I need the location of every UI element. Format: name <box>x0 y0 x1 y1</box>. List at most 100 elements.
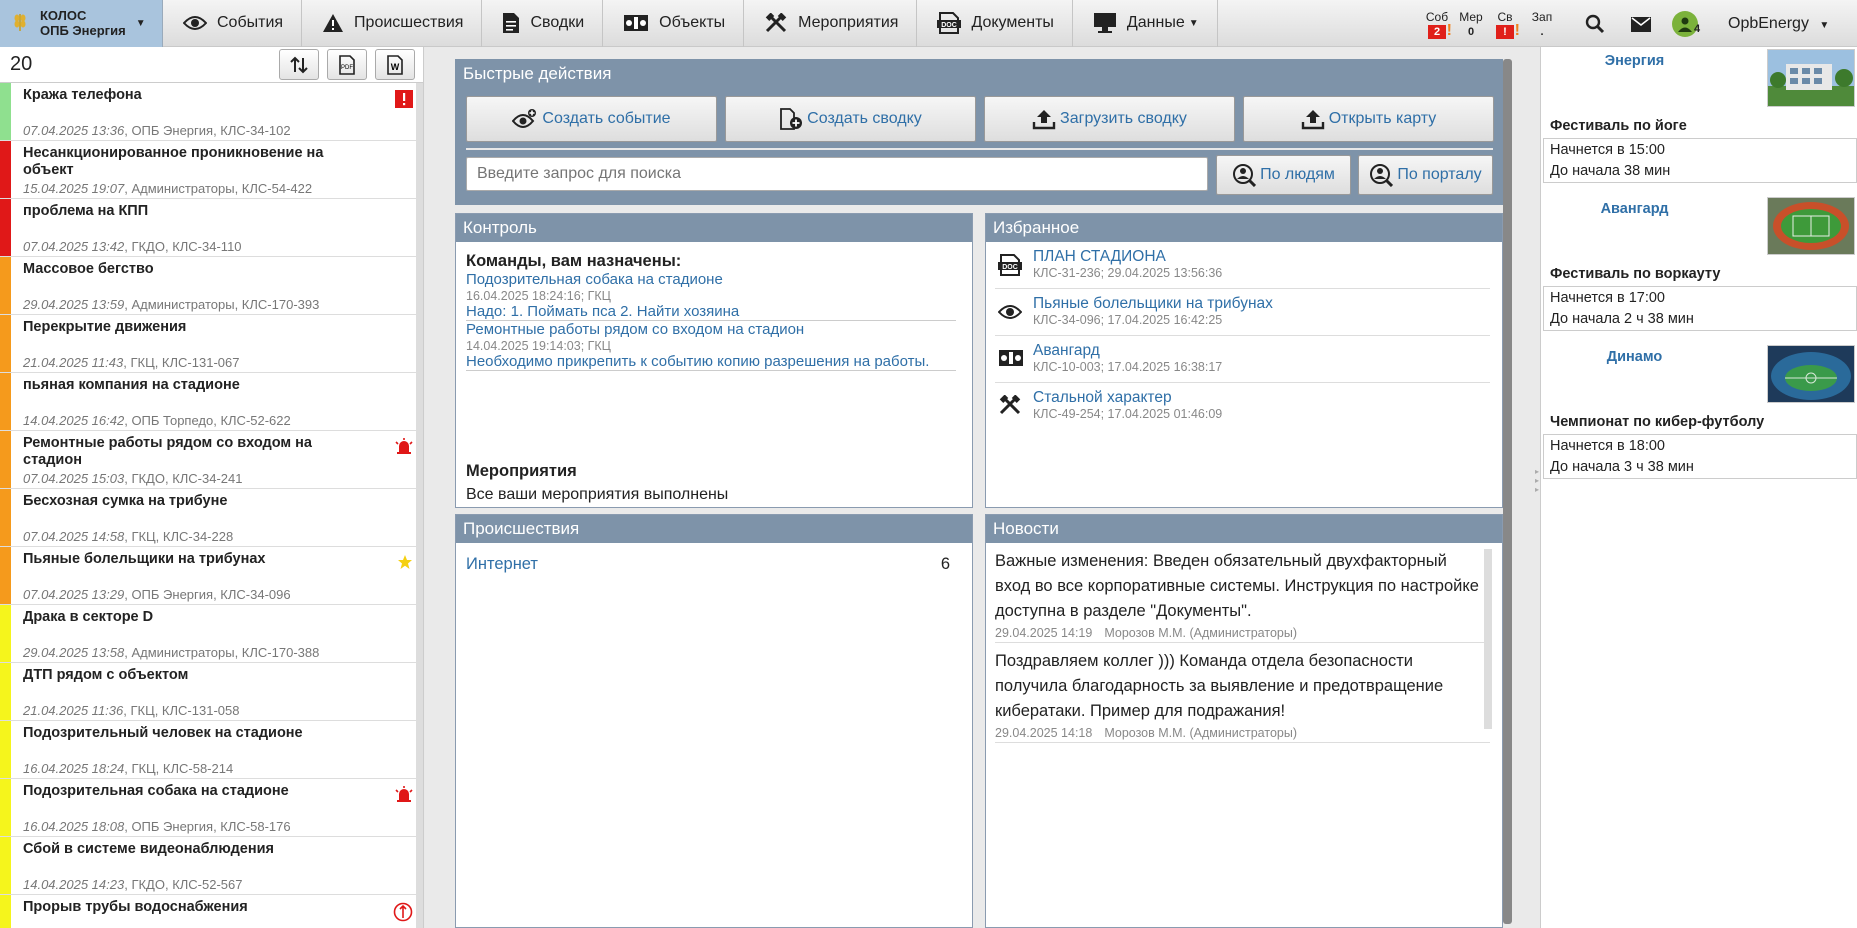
search-icon[interactable] <box>1585 14 1605 37</box>
event-row[interactable]: Пьяные болельщики на трибунах 07.04.2025 … <box>0 547 423 605</box>
tools-icon <box>998 394 1022 418</box>
command-title-link[interactable]: Подозрительная собака на стадионе <box>466 271 956 289</box>
venue-thumbnail[interactable] <box>1767 197 1855 255</box>
command-text-link[interactable]: Надо: 1. Поймать пса 2. Найти хозяина <box>466 303 956 320</box>
nav-documents[interactable]: DOC Документы <box>917 0 1073 47</box>
command-title-link[interactable]: Ремонтные работы рядом со входом на стад… <box>466 321 956 339</box>
event-title: Подозрительная собака на стадионе <box>23 783 289 799</box>
incident-category-link[interactable]: Интернет <box>466 555 538 574</box>
venue-thumbnail[interactable] <box>1767 49 1855 107</box>
org-selector[interactable]: КОЛОС ОПБ Энергия ▼ <box>0 0 163 47</box>
counter-reports[interactable]: Св ! ! <box>1488 0 1522 39</box>
event-row[interactable]: Прорыв трубы водоснабжения <box>0 895 423 928</box>
incident-row[interactable]: Интернет 6 <box>466 555 950 574</box>
event-row[interactable]: Кража телефона 07.04.2025 13:36, ОПБ Энер… <box>0 83 423 141</box>
venue-thumbnail[interactable] <box>1767 345 1855 403</box>
counter-value: 0 <box>1467 26 1475 38</box>
search-by-portal-button[interactable]: По порталу <box>1358 155 1493 195</box>
nav-incidents[interactable]: Происшествия <box>302 0 483 47</box>
news-author: Морозов М.М. (Администраторы) <box>1104 626 1297 640</box>
command-text-link[interactable]: Необходимо прикрепить к событию копию ра… <box>466 353 956 370</box>
favorite-item[interactable]: Авангард КЛС-10-003; 17.04.2025 16:38:17 <box>995 336 1490 383</box>
nav-activities-label: Мероприятия <box>798 14 899 31</box>
event-meta: 07.04.2025 15:03, ГКДО, КЛС-34-241 <box>23 471 243 486</box>
event-title: Перекрытие движения <box>23 319 187 335</box>
favorite-item[interactable]: Пьяные болельщики на трибунах КЛС-34-096… <box>995 289 1490 336</box>
counter-requests[interactable]: Зап . <box>1522 0 1562 39</box>
search-input[interactable] <box>466 157 1208 191</box>
panel-title: Контроль <box>456 214 972 242</box>
command-item: Подозрительная собака на стадионе 16.04.… <box>466 271 956 321</box>
event-row[interactable]: Перекрытие движения 21.04.2025 11:43, ГКЦ… <box>0 315 423 373</box>
nav-data-label: Данные <box>1126 14 1185 31</box>
venue-event-info: Начнется в 15:00 До начала 38 мин <box>1543 138 1857 183</box>
mail-icon[interactable] <box>1631 17 1651 35</box>
event-title: Прорыв трубы водоснабжения <box>23 899 248 915</box>
search-by-people-button[interactable]: По людям <box>1216 155 1351 195</box>
priority-bar <box>0 83 11 140</box>
open-map-button[interactable]: Открыть карту <box>1243 96 1494 142</box>
nav-events-label: События <box>217 14 284 31</box>
create-report-button[interactable]: Создать сводку <box>725 96 976 142</box>
user-menu[interactable]: OpbEnergy ▼ <box>1728 15 1829 33</box>
event-meta: 07.04.2025 13:36, ОПБ Энергия, КЛС-34-10… <box>23 123 291 138</box>
panel-title: Новости <box>986 515 1502 543</box>
event-row[interactable]: Сбой в системе видеонаблюдения 14.04.2025… <box>0 837 423 895</box>
priority-bar <box>0 373 11 430</box>
nav-data[interactable]: Данные ▼ <box>1073 0 1218 47</box>
upload-icon <box>1032 108 1056 130</box>
event-row[interactable]: ДТП рядом с объектом 21.04.2025 11:36, ГК… <box>0 663 423 721</box>
favorite-title[interactable]: ПЛАН СТАДИОНА <box>1033 248 1166 266</box>
event-source: , ГКЦ, КЛС-131-058 <box>123 703 240 718</box>
favorite-item[interactable]: DOC ПЛАН СТАДИОНА КЛС-31-236; 29.04.2025… <box>995 242 1490 289</box>
create-event-button[interactable]: Создать событие <box>466 96 717 142</box>
news-author: Морозов М.М. (Администраторы) <box>1104 726 1297 740</box>
export-word-button[interactable]: W <box>375 49 415 80</box>
event-title: Подозрительный человек на стадионе <box>23 725 303 741</box>
scrollbar[interactable] <box>1503 59 1512 924</box>
event-row[interactable]: Несанкционированное проникновение на объ… <box>0 141 423 199</box>
favorite-meta: КЛС-49-254; 17.04.2025 01:46:09 <box>1033 407 1223 421</box>
event-row[interactable]: Массовое бегство 29.04.2025 13:59, Админи… <box>0 257 423 315</box>
counter-activities[interactable]: Мер 0 <box>1454 0 1488 39</box>
nav-activities[interactable]: Мероприятия <box>744 0 918 47</box>
event-row[interactable]: Подозрительный человек на стадионе 16.04.… <box>0 721 423 779</box>
event-meta: 14.04.2025 16:42, ОПБ Торпедо, КЛС-52-62… <box>23 413 291 428</box>
favorite-title[interactable]: Стальной характер <box>1033 389 1172 407</box>
venue-name-link[interactable]: Авангард <box>1541 201 1728 217</box>
favorite-meta: КЛС-31-236; 29.04.2025 13:56:36 <box>1033 266 1223 280</box>
upload-report-button[interactable]: Загрузить сводку <box>984 96 1235 142</box>
event-source: , ОПБ Торпедо, КЛС-52-622 <box>124 413 291 428</box>
venue-name-link[interactable]: Динамо <box>1541 349 1728 365</box>
favorite-title[interactable]: Авангард <box>1033 342 1100 360</box>
event-date: 07.04.2025 15:03 <box>23 471 125 486</box>
favorite-title[interactable]: Пьяные болельщики на трибунах <box>1033 295 1273 313</box>
document-icon <box>502 12 520 34</box>
event-title: Сбой в системе видеонаблюдения <box>23 841 274 857</box>
scrollbar[interactable] <box>1484 549 1492 729</box>
venue-event-title: Фестиваль по воркауту <box>1550 266 1721 282</box>
counter-events[interactable]: Соб 2 ! <box>1420 0 1454 39</box>
event-row[interactable]: проблема на КПП 07.04.2025 13:42, ГКДО, К… <box>0 199 423 257</box>
venue-event-start: Начнется в 15:00 <box>1550 142 1665 158</box>
sort-button[interactable] <box>279 49 319 80</box>
event-row[interactable]: пьяная компания на стадионе 14.04.2025 16… <box>0 373 423 431</box>
event-row[interactable]: Бесхозная сумка на трибуне 07.04.2025 14:… <box>0 489 423 547</box>
event-row[interactable]: Подозрительная собака на стадионе 16.04.2… <box>0 779 423 837</box>
favorite-item[interactable]: Стальной характер КЛС-49-254; 17.04.2025… <box>995 383 1490 430</box>
command-date: 14.04.2025 19:14:03; ГКЦ <box>466 339 611 353</box>
venue-name-link[interactable]: Энергия <box>1541 53 1728 69</box>
favorite-meta: КЛС-10-003; 17.04.2025 16:38:17 <box>1033 360 1223 374</box>
event-source: , Администраторы, КЛС-54-422 <box>124 181 313 196</box>
pdf-icon: PDF <box>339 54 355 75</box>
export-pdf-button[interactable]: PDF <box>327 49 367 80</box>
event-row[interactable]: Драка в секторе D 29.04.2025 13:58, Админ… <box>0 605 423 663</box>
event-title: Пьяные болельщики на трибунах <box>23 551 266 567</box>
nav-events[interactable]: События <box>163 0 303 47</box>
event-row[interactable]: Ремонтные работы рядом со входом на стад… <box>0 431 423 489</box>
nav-reports[interactable]: Сводки <box>482 0 604 47</box>
main-nav: События Происшествия Сводки Объекты Меро… <box>163 0 1218 47</box>
nav-objects[interactable]: Объекты <box>603 0 745 47</box>
svg-text:DOC: DOC <box>942 22 958 29</box>
scrollbar[interactable] <box>416 83 423 928</box>
